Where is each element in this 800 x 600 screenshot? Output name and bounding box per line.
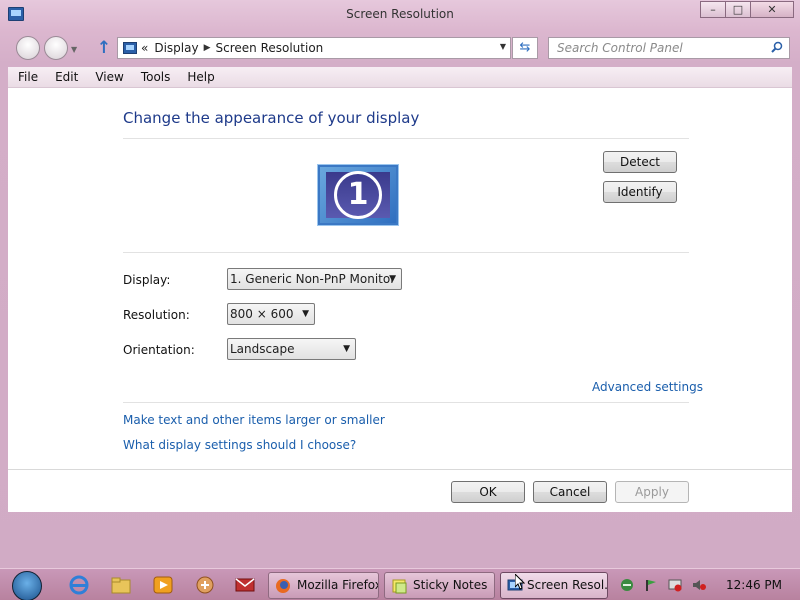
media-player-icon[interactable] (152, 574, 174, 596)
divider (123, 402, 689, 403)
resolution-select-value: 800 × 600 (230, 307, 294, 321)
taskbar-sticky-notes[interactable]: Sticky Notes (384, 572, 495, 599)
apply-button[interactable]: Apply (615, 481, 689, 503)
display-help-link[interactable]: What display settings should I choose? (123, 438, 356, 452)
clock[interactable]: 12:46 PM (726, 578, 782, 592)
app-icon[interactable] (194, 574, 216, 596)
control-panel-icon (123, 42, 137, 54)
orientation-select-value: Landscape (230, 342, 295, 356)
minimize-button[interactable]: – (700, 1, 726, 18)
breadcrumb-display[interactable]: Display (154, 41, 198, 55)
firefox-icon (276, 579, 290, 593)
caption-buttons: – □ ✕ (700, 1, 794, 18)
resolution-label: Resolution: (123, 308, 190, 322)
window-title: Screen Resolution (346, 7, 454, 21)
detect-button[interactable]: Detect (603, 151, 677, 173)
menu-bar: File Edit View Tools Help (8, 67, 792, 88)
divider (123, 138, 689, 139)
ok-button[interactable]: OK (451, 481, 525, 503)
internet-explorer-icon[interactable] (68, 574, 90, 596)
navigation-bar: ▼ ↑ « Display ▶ Screen Resolution ▼ ⇆ (0, 32, 800, 64)
taskbar-firefox-label: Mozilla Firefox (297, 578, 379, 592)
windows-logo-icon (12, 571, 42, 600)
monitor-icon[interactable]: 1 (318, 165, 398, 225)
network-icon[interactable] (620, 578, 634, 592)
breadcrumb-separator-icon[interactable]: ▶ (204, 43, 211, 53)
refresh-button[interactable]: ⇆ (512, 37, 538, 59)
mouse-cursor-icon (515, 574, 525, 590)
taskbar-screen-resolution-label: Screen Resol... (527, 578, 608, 592)
orientation-label: Orientation: (123, 343, 195, 357)
cancel-button[interactable]: Cancel (533, 481, 607, 503)
sticky-notes-icon (392, 579, 407, 594)
display-label: Display: (123, 273, 171, 287)
address-dropdown-icon[interactable]: ▼ (500, 42, 506, 51)
main-content: Change the appearance of your display 1 … (8, 88, 792, 512)
start-button[interactable] (6, 569, 46, 600)
chevron-down-icon: ▼ (302, 309, 309, 319)
screen-resolution-window: Screen Resolution – □ ✕ ▼ ↑ « Display ▶ … (0, 0, 800, 568)
chevron-down-icon: ▼ (389, 274, 396, 284)
search-box[interactable] (548, 37, 790, 59)
action-center-flag-icon[interactable] (644, 578, 658, 592)
footer-divider (8, 469, 792, 470)
maximize-button[interactable]: □ (725, 1, 751, 18)
search-input[interactable] (549, 38, 759, 58)
taskbar: Mozilla Firefox Sticky Notes Screen Reso… (0, 568, 800, 600)
taskbar-firefox[interactable]: Mozilla Firefox (268, 572, 379, 599)
menu-help[interactable]: Help (177, 70, 221, 84)
chevron-down-icon: ▼ (343, 344, 350, 354)
identify-button[interactable]: Identify (603, 181, 677, 203)
forward-button[interactable] (44, 36, 68, 60)
display-error-icon[interactable] (668, 578, 682, 592)
address-bar[interactable]: « Display ▶ Screen Resolution ▼ (117, 37, 511, 59)
title-bar: Screen Resolution – □ ✕ (0, 0, 800, 28)
recent-pages-chevron-icon[interactable]: ▼ (71, 45, 77, 54)
search-icon[interactable] (771, 41, 783, 53)
mail-app-icon[interactable] (234, 574, 256, 596)
menu-tools[interactable]: Tools (131, 70, 178, 84)
monitor-screen: 1 (326, 171, 390, 219)
divider (123, 252, 689, 253)
breadcrumb-overflow[interactable]: « (141, 41, 148, 55)
menu-view[interactable]: View (85, 70, 130, 84)
orientation-select[interactable]: Landscape ▼ (227, 338, 356, 360)
back-button[interactable] (16, 36, 40, 60)
taskbar-sticky-notes-label: Sticky Notes (413, 578, 488, 592)
breadcrumb-screen-resolution[interactable]: Screen Resolution (216, 41, 324, 55)
advanced-settings-link[interactable]: Advanced settings (592, 380, 703, 394)
up-arrow-icon[interactable]: ↑ (94, 38, 114, 58)
page-title: Change the appearance of your display (123, 109, 420, 127)
volume-muted-icon[interactable] (692, 578, 706, 592)
menu-file[interactable]: File (8, 70, 45, 84)
menu-edit[interactable]: Edit (45, 70, 85, 84)
display-select[interactable]: 1. Generic Non-PnP Monitor ▼ (227, 268, 402, 290)
monitor-number: 1 (334, 171, 382, 219)
resolution-select[interactable]: 800 × 600 ▼ (227, 303, 315, 325)
close-button[interactable]: ✕ (750, 1, 794, 18)
text-size-link[interactable]: Make text and other items larger or smal… (123, 413, 385, 427)
folder-icon[interactable] (110, 574, 132, 596)
display-select-value: 1. Generic Non-PnP Monitor (230, 272, 396, 286)
